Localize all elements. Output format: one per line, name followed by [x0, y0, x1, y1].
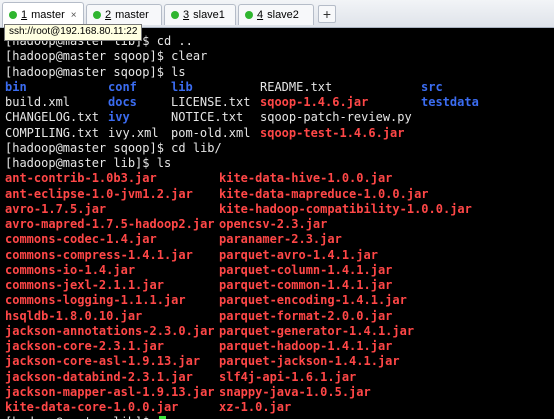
connection-tooltip: ssh://root@192.168.80.11:22 [4, 24, 143, 41]
jar-entry: parquet-column-1.4.1.jar [219, 262, 393, 277]
jar-entry: parquet-generator-1.4.1.jar [219, 323, 415, 338]
ls-row: jackson-mapper-asl-1.9.13.jar snappy-java… [5, 384, 371, 400]
tab-label: slave2 [267, 9, 299, 21]
jar-entry: parquet-common-1.4.1.jar [219, 278, 393, 292]
jar-entry: parquet-jackson-1.4.1.jar [219, 354, 400, 369]
file-entry: README.txt [260, 79, 333, 94]
jar-entry: kite-data-mapreduce-1.0.0.jar [219, 186, 429, 201]
tab-label: slave1 [193, 9, 225, 21]
file-entry: sqoop-patch-review.py [260, 110, 412, 125]
directory-entry: conf [108, 79, 137, 94]
tab-2-master[interactable]: 2 master [86, 4, 162, 25]
ls-row: build.xml docs LICENSE.txt sqoop-1.4.6.jar t… [5, 95, 479, 110]
connected-dot-icon [245, 11, 253, 19]
jar-entry: commons-codec-1.4.jar [5, 232, 157, 247]
close-icon[interactable]: × [71, 10, 77, 21]
file-entry: pom-old.xml [171, 125, 251, 140]
ls-row: commons-codec-1.4.jar paranamer-2.3.jar [5, 232, 342, 247]
ls-row: commons-jexl-2.1.1.jar parquet-common-1.4… [5, 278, 392, 293]
jar-entry: snappy-java-1.0.5.jar [219, 384, 371, 399]
jar-entry: parquet-encoding-1.4.1.jar [219, 293, 407, 308]
directory-entry: lib [171, 79, 193, 94]
jar-entry: jackson-databind-2.3.1.jar [5, 369, 193, 384]
ls-row: hsqldb-1.8.0.10.jar parquet-format-2.0.0.… [5, 308, 392, 324]
shell-prompt: [hadoop@master lib]$ [5, 415, 157, 419]
command-line: [hadoop@master lib]$ ls [5, 156, 172, 170]
ls-row: commons-compress-1.4.1.jar parquet-avro-1… [5, 247, 378, 263]
jar-entry: xz-1.0.jar [219, 400, 292, 414]
jar-entry: opencsv-2.3.jar [219, 217, 328, 231]
jar-entry: paranamer-2.3.jar [219, 232, 342, 247]
ls-row: ant-contrib-1.0b3.jar kite-data-hive-1.0.… [5, 171, 392, 186]
jar-entry: slf4j-api-1.6.1.jar [219, 369, 357, 384]
prompt-line: [hadoop@master lib]$ [5, 415, 222, 419]
jar-entry: avro-mapred-1.7.5-hadoop2.jar [5, 217, 215, 231]
directory-entry: bin [5, 79, 27, 94]
directory-entry: docs [108, 95, 137, 109]
jar-entry: kite-data-hive-1.0.0.jar [219, 171, 393, 186]
ls-row: commons-io-1.4.jar parquet-column-1.4.1.j… [5, 262, 392, 278]
jar-entry: jackson-mapper-asl-1.9.13.jar [5, 384, 215, 399]
ls-row: jackson-core-asl-1.9.13.jar parquet-jacks… [5, 354, 400, 369]
ls-row: avro-mapred-1.7.5-hadoop2.jar opencsv-2.3… [5, 217, 327, 232]
jar-entry: parquet-format-2.0.0.jar [219, 308, 393, 323]
ls-row: bin conf lib README.txt src [5, 79, 443, 95]
jar-entry: ant-contrib-1.0b3.jar [5, 171, 157, 186]
jar-entry: hsqldb-1.8.0.10.jar [5, 308, 143, 323]
tab-number: 4 [257, 9, 264, 21]
tab-label: master [31, 9, 65, 21]
jar-entry: commons-compress-1.4.1.jar [5, 247, 193, 262]
file-entry: NOTICE.txt [171, 110, 244, 125]
directory-entry: src [421, 79, 443, 94]
file-entry: ivy.xml [108, 125, 159, 140]
file-entry: CHANGELOG.txt [5, 110, 99, 125]
directory-entry: ivy [108, 110, 130, 125]
command-line: [hadoop@master sqoop]$ ls [5, 64, 186, 79]
command-line: [hadoop@master sqoop]$ clear [5, 49, 208, 64]
jar-entry: sqoop-1.4.6.jar [260, 95, 369, 109]
jar-entry: jackson-core-2.3.1.jar [5, 339, 164, 353]
tab-label: master [115, 9, 149, 21]
terminal-output[interactable]: [hadoop@master lib]$ cd .. [hadoop@master… [0, 28, 554, 419]
jar-entry: jackson-annotations-2.3.0.jar [5, 323, 215, 338]
terminal-lines: [hadoop@master lib]$ cd .. [hadoop@master… [5, 34, 479, 419]
directory-entry: testdata [421, 95, 479, 109]
jar-entry: kite-hadoop-compatibility-1.0.0.jar [219, 201, 472, 216]
tab-number: 3 [183, 9, 190, 21]
connected-dot-icon [171, 11, 179, 19]
ls-row: jackson-core-2.3.1.jar parquet-hadoop-1.4… [5, 339, 392, 354]
file-entry: build.xml [5, 95, 71, 109]
ls-row: kite-data-core-1.0.0.jar xz-1.0.jar [5, 400, 291, 415]
tab-4-slave2[interactable]: 4 slave2 [238, 4, 314, 25]
ls-row: jackson-databind-2.3.1.jar slf4j-api-1.6.… [5, 369, 356, 385]
jar-entry: commons-logging-1.1.1.jar [5, 293, 186, 308]
add-tab-button[interactable]: + [318, 5, 336, 23]
jar-entry: parquet-hadoop-1.4.1.jar [219, 339, 393, 353]
jar-entry: commons-io-1.4.jar [5, 262, 136, 277]
jar-entry: commons-jexl-2.1.1.jar [5, 278, 164, 292]
command-line: [hadoop@master sqoop]$ cd lib/ [5, 140, 222, 155]
ls-row: CHANGELOG.txt ivy NOTICE.txt sqoop-patch-re… [5, 110, 412, 125]
file-entry: COMPILING.txt [5, 125, 99, 140]
jar-entry: jackson-core-asl-1.9.13.jar [5, 354, 201, 369]
jar-entry: avro-1.7.5.jar [5, 201, 107, 216]
jar-entry: parquet-avro-1.4.1.jar [219, 247, 378, 262]
jar-entry: sqoop-test-1.4.6.jar [260, 125, 405, 140]
ls-row: jackson-annotations-2.3.0.jar parquet-gen… [5, 323, 414, 339]
ls-row: avro-1.7.5.jar kite-hadoop-compatibility-… [5, 201, 472, 217]
ls-row: COMPILING.txt ivy.xml pom-old.xml sqoop-tes… [5, 125, 405, 141]
tab-number: 2 [105, 9, 112, 21]
jar-entry: ant-eclipse-1.0-jvm1.2.jar [5, 186, 193, 201]
tab-number: 1 [21, 9, 28, 21]
ls-row: commons-logging-1.1.1.jar parquet-encodin… [5, 293, 407, 308]
connected-dot-icon [93, 11, 101, 19]
tab-3-slave1[interactable]: 3 slave1 [164, 4, 236, 25]
ls-row: ant-eclipse-1.0-jvm1.2.jar kite-data-mapr… [5, 186, 429, 202]
file-entry: LICENSE.txt [171, 95, 251, 109]
connected-dot-icon [9, 11, 17, 19]
jar-entry: kite-data-core-1.0.0.jar [5, 400, 179, 414]
